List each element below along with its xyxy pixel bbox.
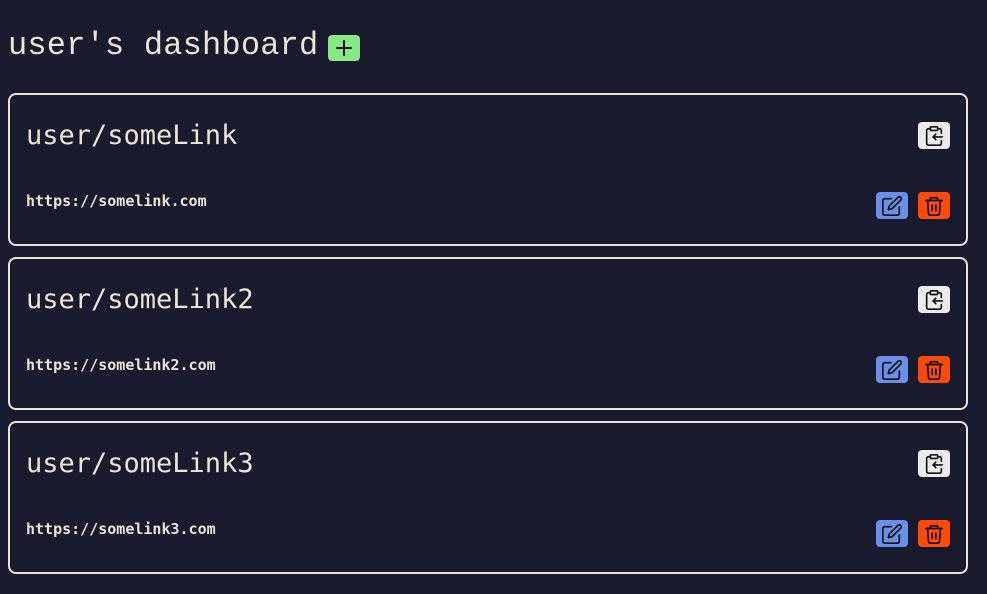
clipboard-copy-icon	[925, 453, 944, 474]
edit-icon	[882, 359, 903, 380]
link-title: user/someLink	[26, 120, 238, 151]
dashboard-header: user's dashboard	[8, 26, 361, 66]
link-card: user/someLink3 https://somelink3.com	[8, 421, 968, 574]
link-url: https://somelink2.com	[26, 356, 216, 374]
trash-icon	[924, 196, 944, 216]
edit-link-button[interactable]	[876, 520, 908, 547]
trash-icon	[924, 360, 944, 380]
copy-link-button[interactable]	[918, 450, 950, 477]
clipboard-copy-icon	[925, 289, 944, 310]
link-card: user/someLink https://somelink.com	[8, 93, 968, 246]
copy-link-button[interactable]	[918, 286, 950, 313]
page-title: user's dashboard	[8, 27, 319, 64]
edit-link-button[interactable]	[876, 192, 908, 219]
copy-link-button[interactable]	[918, 122, 950, 149]
add-link-button[interactable]	[328, 35, 361, 61]
delete-link-button[interactable]	[918, 192, 950, 219]
link-url: https://somelink.com	[26, 192, 207, 210]
link-card: user/someLink2 https://somelink2.com	[8, 257, 968, 410]
link-list: user/someLink https://somelink.com user/…	[8, 93, 968, 585]
delete-link-button[interactable]	[918, 520, 950, 547]
delete-link-button[interactable]	[918, 356, 950, 383]
clipboard-copy-icon	[925, 125, 944, 146]
plus-icon	[336, 40, 353, 56]
link-url: https://somelink3.com	[26, 520, 216, 538]
trash-icon	[924, 524, 944, 544]
edit-link-button[interactable]	[876, 356, 908, 383]
link-title: user/someLink2	[26, 284, 254, 315]
edit-icon	[882, 195, 903, 216]
edit-icon	[882, 523, 903, 544]
link-title: user/someLink3	[26, 448, 254, 479]
